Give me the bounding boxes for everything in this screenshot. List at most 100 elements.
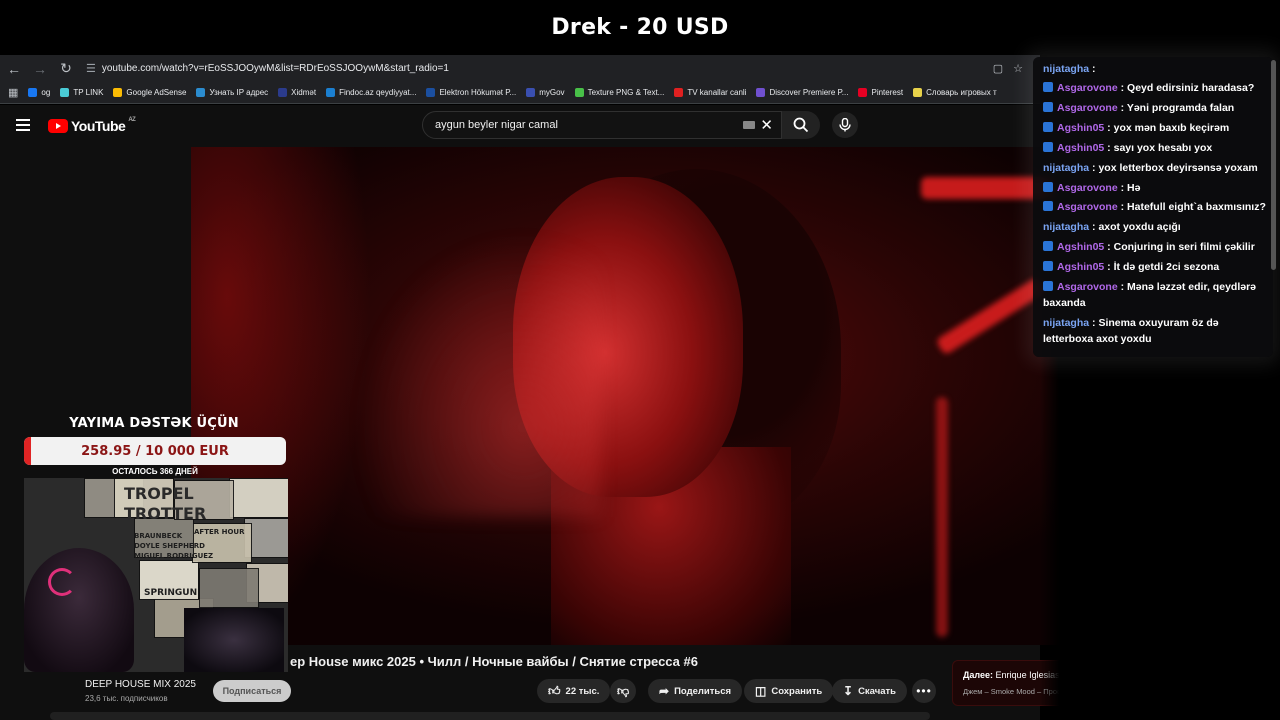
save-label: Сохранить bbox=[771, 685, 823, 697]
red-light-stripe bbox=[936, 397, 948, 637]
bookmark-label: myGov bbox=[539, 88, 565, 97]
chat-username[interactable]: Asgarovone bbox=[1057, 182, 1118, 194]
menu-icon[interactable] bbox=[16, 119, 30, 131]
bookmark-star-icon[interactable]: ☆ bbox=[1013, 62, 1023, 75]
chat-username[interactable]: nijatagha bbox=[1043, 162, 1089, 174]
bookmark-item[interactable]: TV kanallar canli bbox=[674, 88, 746, 97]
chat-text: Conjuring in seri filmi çəkilir bbox=[1113, 241, 1255, 253]
back-icon[interactable]: ← bbox=[2, 57, 26, 81]
chat-message: Agshin05 : yox mən baxıb keçirəm bbox=[1043, 120, 1269, 136]
bookmark-item[interactable]: Узнать IP адрес bbox=[196, 88, 268, 97]
voice-search-button[interactable] bbox=[832, 112, 858, 138]
search-icon bbox=[793, 117, 809, 133]
poster-text: BRAUNBECK bbox=[134, 532, 183, 540]
youtube-header: YouTube AZ aygun beyler nigar camal ✕ bbox=[0, 105, 1040, 147]
apps-grid-icon[interactable]: ▦ bbox=[8, 86, 18, 99]
chat-scrollbar[interactable] bbox=[1271, 60, 1276, 270]
bookmark-item[interactable]: Discover Premiere P... bbox=[756, 88, 848, 97]
bookmark-label: Texture PNG & Text... bbox=[587, 88, 665, 97]
download-button[interactable]: ↧ Скачать bbox=[832, 679, 908, 703]
chat-username[interactable]: Asgarovone bbox=[1057, 102, 1118, 114]
youtube-logo[interactable]: YouTube AZ bbox=[48, 117, 136, 134]
more-actions-button[interactable]: ••• bbox=[912, 679, 936, 703]
bookmark-favicon-icon bbox=[60, 88, 70, 97]
share-button[interactable]: ➦ Поделиться bbox=[648, 679, 743, 703]
bookmark-label: Google AdSense bbox=[126, 88, 187, 97]
bookmark-label: Findoc.az qeydiyyat... bbox=[339, 88, 417, 97]
chat-separator: : bbox=[1089, 63, 1096, 75]
like-count: 22 тыс. bbox=[565, 685, 600, 697]
bookmark-item[interactable]: og bbox=[28, 88, 50, 97]
chat-text: yox mən baxıb keçirəm bbox=[1113, 122, 1230, 134]
bookmark-item[interactable]: Pinterest bbox=[858, 88, 903, 97]
chat-username[interactable]: Agshin05 bbox=[1057, 261, 1104, 273]
video-title: ep House микс 2025 • Чилл / Ночные вайбы… bbox=[290, 654, 698, 669]
search-button[interactable] bbox=[782, 111, 820, 139]
chat-message: nijatagha : Sinema oxuyuram öz də letter… bbox=[1043, 315, 1269, 347]
chat-separator: : bbox=[1117, 281, 1128, 293]
download-label: Скачать bbox=[858, 685, 897, 697]
chat-separator: : bbox=[1104, 261, 1114, 273]
chat-text: İt də getdi 2ci sezona bbox=[1113, 261, 1220, 273]
clear-search-icon[interactable]: ✕ bbox=[760, 116, 773, 134]
keyboard-icon[interactable] bbox=[743, 121, 755, 129]
platform-badge-icon bbox=[1043, 122, 1053, 132]
site-info-icon[interactable]: ☰ bbox=[86, 62, 96, 75]
chat-message: Agshin05 : sayı yox hesabı yox bbox=[1043, 140, 1269, 156]
bookmark-item[interactable]: Google AdSense bbox=[113, 88, 186, 97]
like-button[interactable]: 👍︎ 22 тыс. bbox=[537, 679, 611, 703]
chair-logo-icon bbox=[48, 568, 76, 596]
chat-username[interactable]: nijatagha bbox=[1043, 63, 1089, 75]
chat-username[interactable]: Asgarovone bbox=[1057, 201, 1118, 213]
bookmark-label: Pinterest bbox=[871, 88, 904, 97]
reload-icon[interactable]: ↻ bbox=[54, 57, 78, 81]
bookmark-label: Узнать IP адрес bbox=[209, 88, 269, 97]
chat-username[interactable]: Agshin05 bbox=[1057, 241, 1104, 253]
bookmark-item[interactable]: TP LINK bbox=[60, 88, 103, 97]
bookmark-item[interactable]: myGov bbox=[526, 88, 565, 97]
headphones-shape bbox=[184, 608, 284, 672]
chat-separator: : bbox=[1104, 241, 1114, 253]
bookmark-item[interactable]: Xidmət bbox=[278, 88, 316, 97]
bookmark-item[interactable]: Findoc.az qeydiyyat... bbox=[326, 88, 416, 97]
chat-username[interactable]: nijatagha bbox=[1043, 317, 1089, 329]
chat-message: nijatagha : axot yoxdu açığı bbox=[1043, 219, 1269, 235]
channel-subscribers: 23,6 тыс. подписчиков bbox=[85, 694, 168, 703]
download-icon: ↧ bbox=[843, 684, 854, 698]
chat-text: sayı yox hesabı yox bbox=[1113, 142, 1213, 154]
bookmark-favicon-icon bbox=[913, 88, 923, 97]
poster-text: SPRINGUN bbox=[144, 588, 198, 598]
platform-badge-icon bbox=[1043, 182, 1053, 192]
up-next-prefix: Далее: bbox=[963, 670, 994, 680]
chat-username[interactable]: Asgarovone bbox=[1057, 82, 1118, 94]
channel-name[interactable]: DEEP HOUSE MIX 2025 bbox=[85, 679, 196, 690]
chat-text: Hatefull eight`a baxmısınız? bbox=[1127, 201, 1266, 213]
share-label: Поделиться bbox=[674, 685, 732, 697]
chat-message: nijatagha : yox letterbox deyirsənsə yox… bbox=[1043, 160, 1269, 176]
save-button[interactable]: ◫ Сохранить bbox=[744, 679, 834, 703]
bookmark-label: Elektron Hökumət P... bbox=[439, 88, 517, 97]
search-input[interactable]: aygun beyler nigar camal ✕ bbox=[422, 111, 782, 139]
bookmark-item[interactable]: Texture PNG & Text... bbox=[574, 88, 665, 97]
bookmark-item[interactable]: Словарь игровых т bbox=[913, 88, 997, 97]
subscribe-button[interactable]: Подписаться bbox=[213, 680, 291, 702]
address-bar[interactable]: ☰ youtube.com/watch?v=rEoSSJOOywM&list=R… bbox=[82, 58, 1027, 79]
install-icon[interactable]: ▢ bbox=[993, 62, 1003, 75]
bookmark-icon: ◫ bbox=[755, 684, 767, 698]
chat-username[interactable]: nijatagha bbox=[1043, 221, 1089, 233]
chat-username[interactable]: Agshin05 bbox=[1057, 142, 1104, 154]
bookmark-item[interactable]: Elektron Hökumət P... bbox=[426, 88, 516, 97]
bookmark-label: TP LINK bbox=[73, 88, 104, 97]
dislike-button[interactable]: 👎︎ bbox=[610, 679, 637, 703]
chat-separator: : bbox=[1117, 82, 1128, 94]
bookmark-favicon-icon bbox=[28, 88, 38, 97]
webcam-feed: TROPEL TROTTER AFTER HOUR BRAUNBECK DOYLE SH… bbox=[24, 478, 288, 672]
video-player[interactable] bbox=[191, 147, 1079, 645]
chat-text: Qeyd edirsiniz haradasa? bbox=[1127, 82, 1255, 94]
chat-username[interactable]: Asgarovone bbox=[1057, 281, 1118, 293]
chat-username[interactable]: Agshin05 bbox=[1057, 122, 1104, 134]
chat-text: axot yoxdu açığı bbox=[1098, 221, 1181, 233]
forward-icon[interactable]: → bbox=[28, 57, 52, 81]
gaming-chair bbox=[24, 548, 134, 672]
bookmark-favicon-icon bbox=[278, 88, 288, 97]
